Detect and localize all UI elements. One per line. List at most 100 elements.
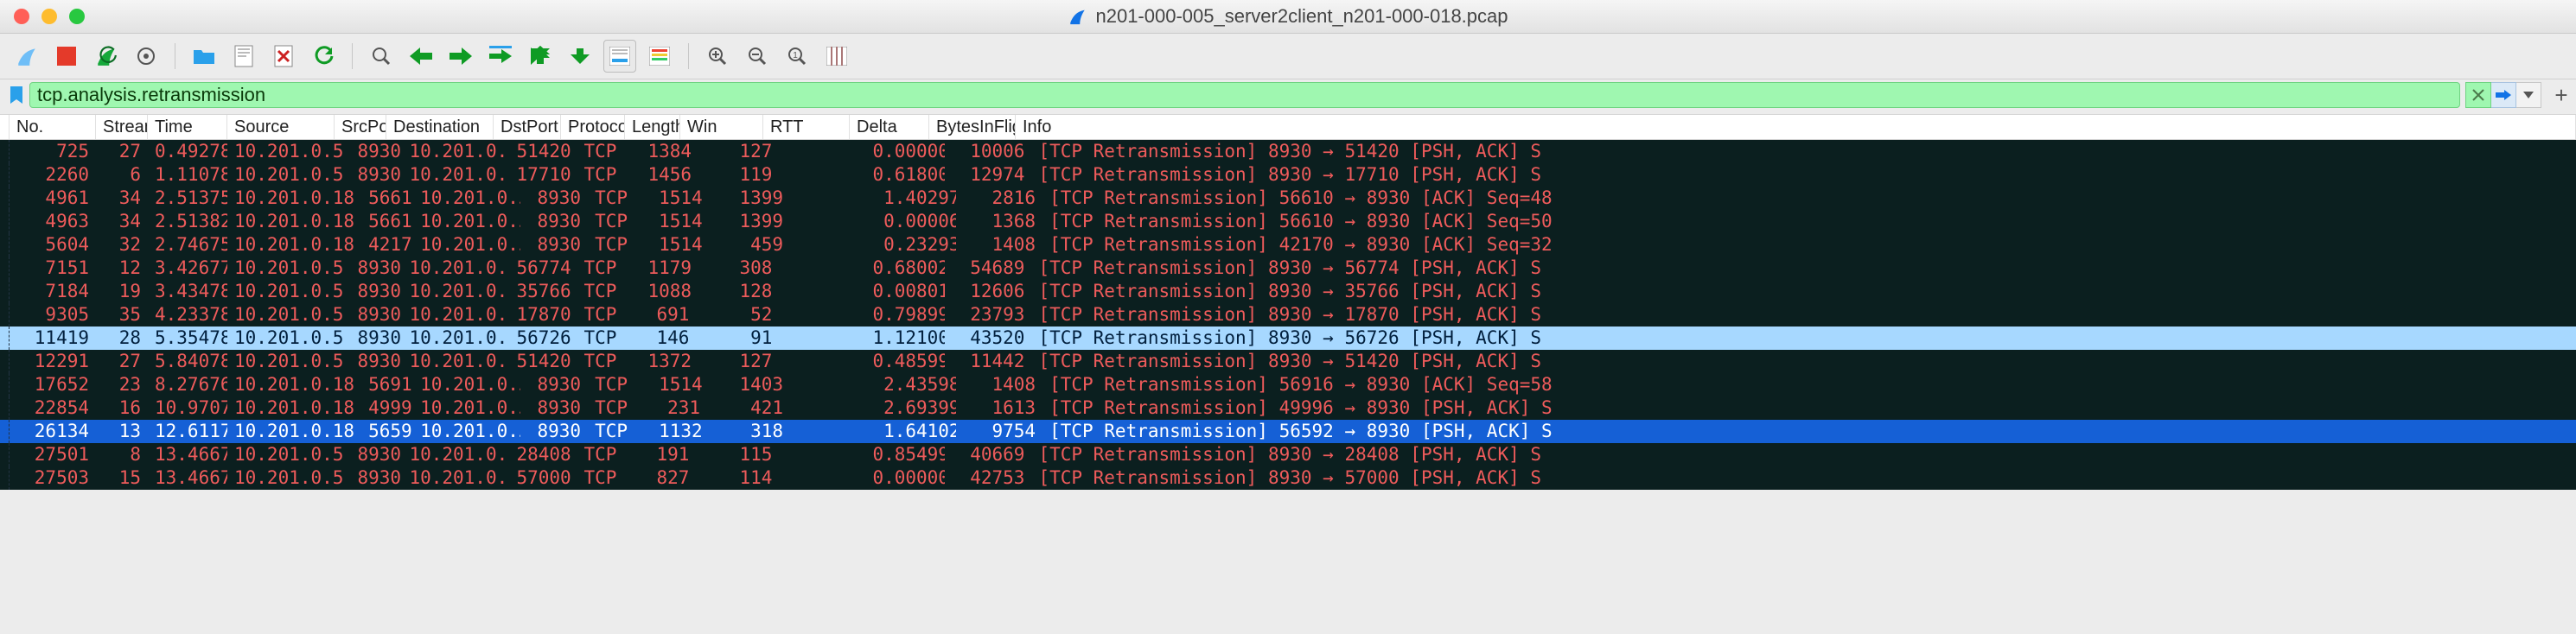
window-title: n201-000-005_server2client_n201-000-018.… (1068, 5, 1508, 28)
table-row[interactable]: 275031513.46678410.201.0.5893010.201.0.1… (0, 466, 2576, 490)
cell: 10.201.0.5 (227, 163, 350, 187)
capture-options-button[interactable] (130, 40, 163, 73)
col-header-protocol[interactable]: Protocol (561, 115, 625, 139)
col-header-srcport[interactable]: SrcPort (335, 115, 386, 139)
cell: 10.201.0.18 (402, 163, 509, 187)
cell: 8930 (350, 140, 402, 163)
table-row[interactable]: 4963342.51382510.201.0.185661010.201.0.5… (0, 210, 2576, 233)
cell: 0.854992 (865, 443, 945, 466)
start-capture-button[interactable] (10, 40, 43, 73)
colorize-list-button[interactable] (643, 40, 676, 73)
cell: 1.402972 (877, 187, 956, 210)
cell: 0.798998 (865, 303, 945, 327)
col-header-bytesinflight[interactable]: BytesInFlight (929, 115, 1016, 139)
col-header-rtt[interactable]: RTT (763, 115, 850, 139)
save-file-button[interactable] (227, 40, 260, 73)
cell: 7184 (10, 280, 96, 303)
table-row[interactable]: 17652238.27676410.201.0.185691610.201.0.… (0, 373, 2576, 396)
cell: 8930 (520, 420, 588, 443)
zoom-window-dot[interactable] (69, 9, 85, 24)
table-row[interactable]: 226061.11078710.201.0.5893010.201.0.1817… (0, 163, 2576, 187)
cell: 459 (707, 233, 790, 257)
filter-history-button[interactable] (2516, 82, 2541, 108)
col-header-dest[interactable]: Destination (386, 115, 494, 139)
col-header-no[interactable]: No. (10, 115, 96, 139)
col-header-stream[interactable]: Stream (96, 115, 148, 139)
zoom-out-button[interactable] (741, 40, 774, 73)
col-header-source[interactable]: Source (227, 115, 335, 139)
col-header-delta[interactable]: Delta (850, 115, 929, 139)
cell: 1514 (652, 187, 707, 210)
table-row[interactable]: 261341312.61178810.201.0.185659210.201.0… (0, 420, 2576, 443)
cell: 54689 (945, 257, 1031, 280)
table-row[interactable]: 7184193.43478910.201.0.5893010.201.0.183… (0, 280, 2576, 303)
zoom-in-button[interactable] (701, 40, 734, 73)
add-filter-button[interactable]: + (2552, 83, 2571, 107)
table-row[interactable]: 7151123.42677910.201.0.5893010.201.0.185… (0, 257, 2576, 280)
clear-filter-button[interactable] (2465, 82, 2491, 108)
stop-capture-button[interactable] (50, 40, 83, 73)
apply-filter-button[interactable] (2491, 82, 2516, 108)
cell: 11442 (945, 350, 1031, 373)
table-row[interactable]: 9305354.23378710.201.0.5893010.201.0.181… (0, 303, 2576, 327)
reload-file-button[interactable] (307, 40, 340, 73)
col-header-dstport[interactable]: DstPort (494, 115, 561, 139)
open-file-button[interactable] (188, 40, 220, 73)
auto-scroll-button[interactable] (603, 40, 636, 73)
display-filter-input[interactable] (35, 83, 2454, 107)
cell: 56774 (509, 257, 577, 280)
cell: 23 (96, 373, 148, 396)
restart-capture-button[interactable] (90, 40, 123, 73)
filter-bookmark-button[interactable] (9, 85, 24, 105)
table-row[interactable]: 27501813.46678010.201.0.5893010.201.0.18… (0, 443, 2576, 466)
cell: 10.201.0.18 (402, 327, 509, 350)
find-packet-button[interactable] (365, 40, 398, 73)
table-row[interactable]: 5604322.74675710.201.0.184217010.201.0.5… (0, 233, 2576, 257)
go-back-button[interactable] (405, 40, 437, 73)
table-row[interactable]: 725270.49278410.201.0.5893010.201.0.1851… (0, 140, 2576, 163)
resize-columns-button[interactable] (820, 40, 853, 73)
cell: 9305 (10, 303, 96, 327)
table-row[interactable]: 11419285.35478810.201.0.5893010.201.0.18… (0, 327, 2576, 350)
cell: 27503 (10, 466, 96, 490)
cell: 1384 (641, 140, 696, 163)
cell: 1408 (956, 233, 1043, 257)
cell: 10.201.0.5 (227, 280, 350, 303)
go-last-packet-button[interactable] (564, 40, 596, 73)
go-forward-button[interactable] (444, 40, 477, 73)
cell: TCP (588, 210, 652, 233)
go-to-packet-button[interactable] (484, 40, 517, 73)
table-row[interactable]: 12291275.84078010.201.0.5893010.201.0.18… (0, 350, 2576, 373)
cell: 0.485992 (865, 350, 945, 373)
zoom-reset-button[interactable]: 1 (781, 40, 813, 73)
cell: [TCP Retransmission] 49996 → 8930 [PSH, … (1043, 396, 2576, 420)
col-header-info[interactable]: Info (1016, 115, 2576, 139)
close-window-dot[interactable] (14, 9, 29, 24)
cell: [TCP Retransmission] 56610 → 8930 [ACK] … (1043, 187, 2576, 210)
cell: 2.746757 (148, 233, 227, 257)
cell: 56726 (509, 327, 577, 350)
table-row[interactable]: 228541610.97076110.201.0.184999610.201.0… (0, 396, 2576, 420)
cell: 8930 (520, 396, 588, 420)
col-header-time[interactable]: Time (148, 115, 227, 139)
toolbar-separator (352, 43, 353, 69)
col-header-length[interactable]: Length (625, 115, 680, 139)
cell: 10.201.0.18 (227, 233, 361, 257)
cell: 115 (696, 443, 779, 466)
cell: 1.121001 (865, 327, 945, 350)
minimize-window-dot[interactable] (41, 9, 57, 24)
table-row[interactable]: 4961342.51375910.201.0.185661010.201.0.5… (0, 187, 2576, 210)
col-header-win[interactable]: Win (680, 115, 763, 139)
cell: 8930 (350, 303, 402, 327)
cell: 10.201.0.18 (227, 420, 361, 443)
packet-list[interactable]: 725270.49278410.201.0.5893010.201.0.1851… (0, 140, 2576, 490)
cell: 9754 (956, 420, 1043, 443)
cell: 12606 (945, 280, 1031, 303)
cell: 10.201.0.5 (227, 327, 350, 350)
display-filter-field[interactable] (29, 82, 2460, 108)
cell: 5.354788 (148, 327, 227, 350)
close-file-button[interactable] (267, 40, 300, 73)
cell: 28408 (509, 443, 577, 466)
go-first-packet-button[interactable] (524, 40, 557, 73)
cell: 8930 (350, 257, 402, 280)
